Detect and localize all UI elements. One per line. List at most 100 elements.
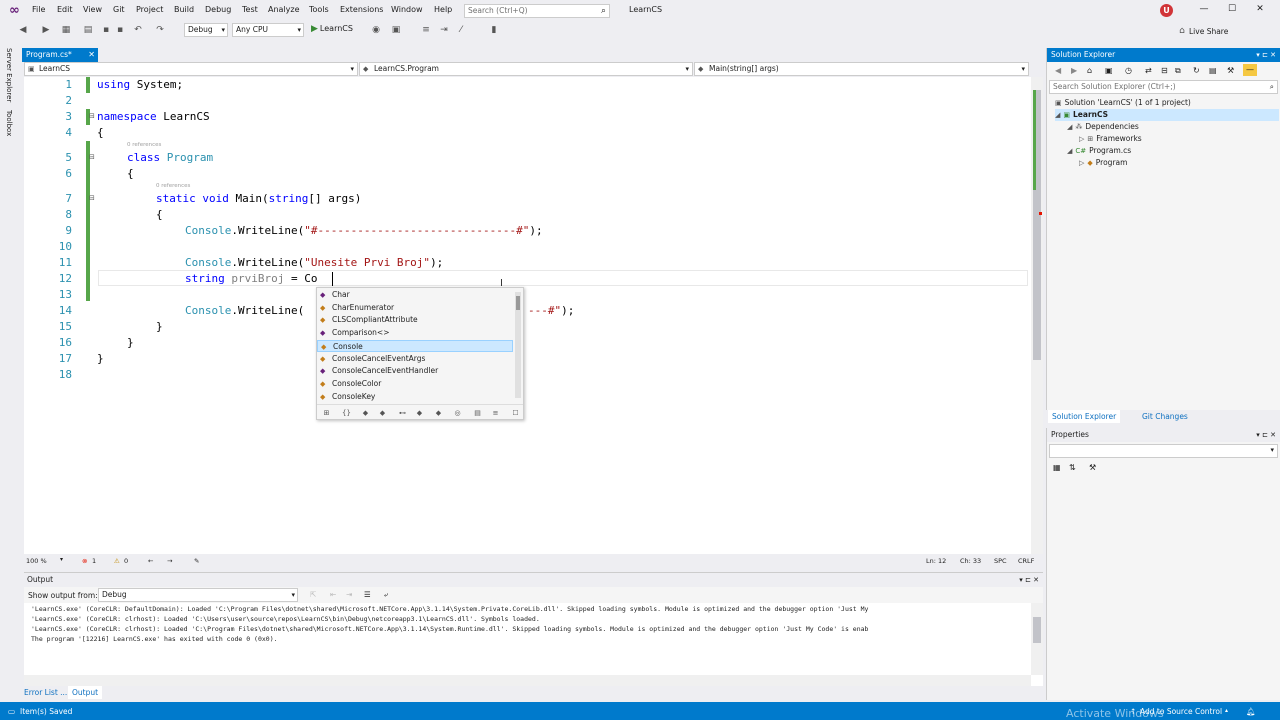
collapse-icon[interactable]: ⊟ — [89, 194, 95, 202]
completion-item[interactable]: ◆ ConsoleKey — [317, 391, 513, 404]
tab-solution-explorer[interactable]: Solution Explorer — [1048, 410, 1121, 423]
tab-output[interactable]: Output — [68, 686, 103, 699]
alphabetical-icon[interactable]: ⇅ — [1069, 463, 1076, 472]
output-horizontal-scrollbar[interactable] — [24, 675, 1031, 686]
close-tab-icon[interactable]: ✕ — [88, 48, 95, 62]
completion-item[interactable]: ◆ CharEnumerator — [317, 302, 513, 315]
save-all-icon[interactable]: ▪ — [114, 24, 126, 36]
target-type-filter-icon[interactable]: ☐ — [509, 407, 522, 419]
warning-count[interactable]: 0 — [124, 557, 128, 565]
menu-debug[interactable]: Debug — [205, 5, 231, 14]
menu-file[interactable]: File — [32, 5, 45, 14]
tree-frameworks[interactable]: ▷ ⊞ Frameworks — [1079, 133, 1142, 145]
back-icon[interactable]: ◀ — [17, 24, 29, 36]
undo-icon[interactable]: ↶ — [132, 24, 144, 36]
tab-git-changes[interactable]: Git Changes — [1138, 410, 1192, 423]
tree-program-class[interactable]: ▷ ◆ Program — [1079, 157, 1127, 169]
interface-filter-icon[interactable]: ◆ — [432, 407, 445, 419]
namespace-filter-icon[interactable]: {} — [340, 407, 353, 419]
list-filter-icon[interactable]: ≡ — [489, 407, 502, 419]
home-icon[interactable]: ⌂ — [1087, 66, 1092, 75]
type-navigation-dropdown[interactable]: ◆ LearnCS.Program ▾ — [359, 62, 693, 76]
minimize-icon[interactable]: — — [1197, 4, 1211, 16]
live-share-button[interactable]: Live Share — [1189, 27, 1228, 36]
new-project-icon[interactable]: ▦ — [60, 24, 72, 36]
menu-extensions[interactable]: Extensions — [340, 5, 383, 14]
completion-item[interactable]: ◆ CLSCompliantAttribute — [317, 314, 513, 327]
collapse-icon[interactable]: ⊟ — [89, 153, 95, 161]
intellisense-completion-list[interactable]: ◆ Char ◆ CharEnumerator ◆ CLSCompliantAttri… — [316, 287, 524, 420]
error-count[interactable]: 1 — [92, 557, 96, 565]
expand-filter-icon[interactable]: ⊞ — [320, 407, 333, 419]
redo-icon[interactable]: ↷ — [154, 24, 166, 36]
word-wrap-icon[interactable]: ⤶ — [384, 590, 388, 600]
properties-wrench-icon[interactable]: ⚒ — [1227, 66, 1234, 75]
maximize-icon[interactable]: ☐ — [1225, 4, 1239, 16]
property-pages-icon[interactable]: ⚒ — [1089, 463, 1096, 472]
forward-icon[interactable]: ▶ — [1071, 66, 1077, 75]
tree-program-cs[interactable]: ◢ C# Program.cs — [1067, 145, 1131, 157]
previous-message-icon[interactable]: ⇤ — [330, 590, 336, 599]
class-filter-icon[interactable]: ◆ — [359, 407, 372, 419]
menu-help[interactable]: Help — [434, 5, 452, 14]
tree-solution[interactable]: ▣ Solution 'LearnCS' (1 of 1 project) — [1055, 97, 1191, 109]
menu-window[interactable]: Window — [391, 5, 423, 14]
codelens-references[interactable]: 0 references — [127, 142, 161, 148]
close-window-icon[interactable]: ✕ — [1253, 4, 1267, 16]
format-icon[interactable]: ≡ — [420, 24, 432, 36]
sync-icon[interactable]: ⇄ — [1145, 66, 1152, 75]
open-file-icon[interactable]: ▤ — [82, 24, 94, 36]
configuration-dropdown[interactable]: Debug ▾ — [184, 23, 228, 37]
collapse-icon[interactable]: ⊟ — [89, 112, 95, 120]
diagnostics-icon[interactable]: ▣ — [390, 24, 402, 36]
tab-error-list[interactable]: Error List ... — [24, 688, 67, 697]
save-icon[interactable]: ▪ — [100, 24, 112, 36]
menu-tools[interactable]: Tools — [309, 5, 329, 14]
feedback-icon[interactable]: ⌂ — [1176, 25, 1188, 37]
tree-project[interactable]: ◢ ▣ LearnCS — [1055, 109, 1279, 121]
menu-view[interactable]: View — [83, 5, 102, 14]
completion-item[interactable]: ◆ ConsoleCancelEventArgs — [317, 353, 513, 366]
server-explorer-tab[interactable]: Server Explorer — [5, 48, 13, 102]
menu-test[interactable]: Test — [242, 5, 258, 14]
view-code-icon[interactable]: ▤ — [1209, 66, 1217, 75]
codelens-references[interactable]: 0 references — [156, 183, 190, 189]
next-message-icon[interactable]: ⇥ — [346, 590, 352, 599]
completion-scrollbar-thumb[interactable] — [516, 296, 520, 310]
menu-edit[interactable]: Edit — [57, 5, 73, 14]
navigate-back-icon[interactable]: ← — [148, 557, 153, 565]
module-filter-icon[interactable]: ◎ — [451, 407, 464, 419]
enum-filter-icon[interactable]: ◆ — [413, 407, 426, 419]
user-avatar[interactable]: U — [1160, 4, 1173, 17]
notifications-icon[interactable]: 🔔︎ — [1246, 707, 1256, 716]
completion-item[interactable]: ◆ Char — [317, 289, 513, 302]
forward-icon[interactable]: ▶ — [40, 24, 52, 36]
pending-changes-icon[interactable]: ◷ — [1125, 66, 1132, 75]
snippet-filter-icon[interactable]: ▤ — [471, 407, 484, 419]
panel-buttons[interactable]: ▾ ⊏ ✕ — [1256, 48, 1276, 62]
menu-project[interactable]: Project — [136, 5, 163, 14]
preview-selected-icon[interactable]: — — [1243, 64, 1257, 76]
completion-item[interactable]: ◆ ConsoleCancelEventHandler — [317, 365, 513, 378]
project-navigation-dropdown[interactable]: ▣ LearnCS ▾ — [24, 62, 358, 76]
platform-dropdown[interactable]: Any CPU ▾ — [232, 23, 304, 37]
completion-item[interactable]: ◆ ConsoleColor — [317, 378, 513, 391]
delegate-filter-icon[interactable]: ⊷ — [396, 407, 409, 419]
browser-icon[interactable]: ◉ — [370, 24, 382, 36]
search-box[interactable]: Search (Ctrl+Q) ⌕ — [464, 4, 610, 18]
panel-buttons[interactable]: ▾ ⊏ ✕ — [1256, 428, 1276, 442]
panel-buttons[interactable]: ▾ ⊏ ✕ — [1019, 573, 1039, 587]
navigate-forward-icon[interactable]: → — [167, 557, 172, 565]
indent-icon[interactable]: ⇥ — [438, 24, 450, 36]
refresh-icon[interactable]: ↻ — [1193, 66, 1200, 75]
tree-dependencies[interactable]: ◢ ⁂ Dependencies — [1067, 121, 1139, 133]
output-source-dropdown[interactable]: Debug ▾ — [98, 588, 298, 602]
menu-git[interactable]: Git — [113, 5, 125, 14]
show-all-files-icon[interactable]: ⧉ — [1175, 66, 1181, 76]
clear-all-icon[interactable]: ☰ — [364, 590, 371, 599]
menu-analyze[interactable]: Analyze — [268, 5, 300, 14]
categorized-icon[interactable]: ▦ — [1053, 463, 1061, 472]
struct-filter-icon[interactable]: ◆ — [376, 407, 389, 419]
collapse-all-icon[interactable]: ⊟ — [1161, 66, 1168, 75]
completion-item[interactable]: ◆ Comparison<> — [317, 327, 513, 340]
